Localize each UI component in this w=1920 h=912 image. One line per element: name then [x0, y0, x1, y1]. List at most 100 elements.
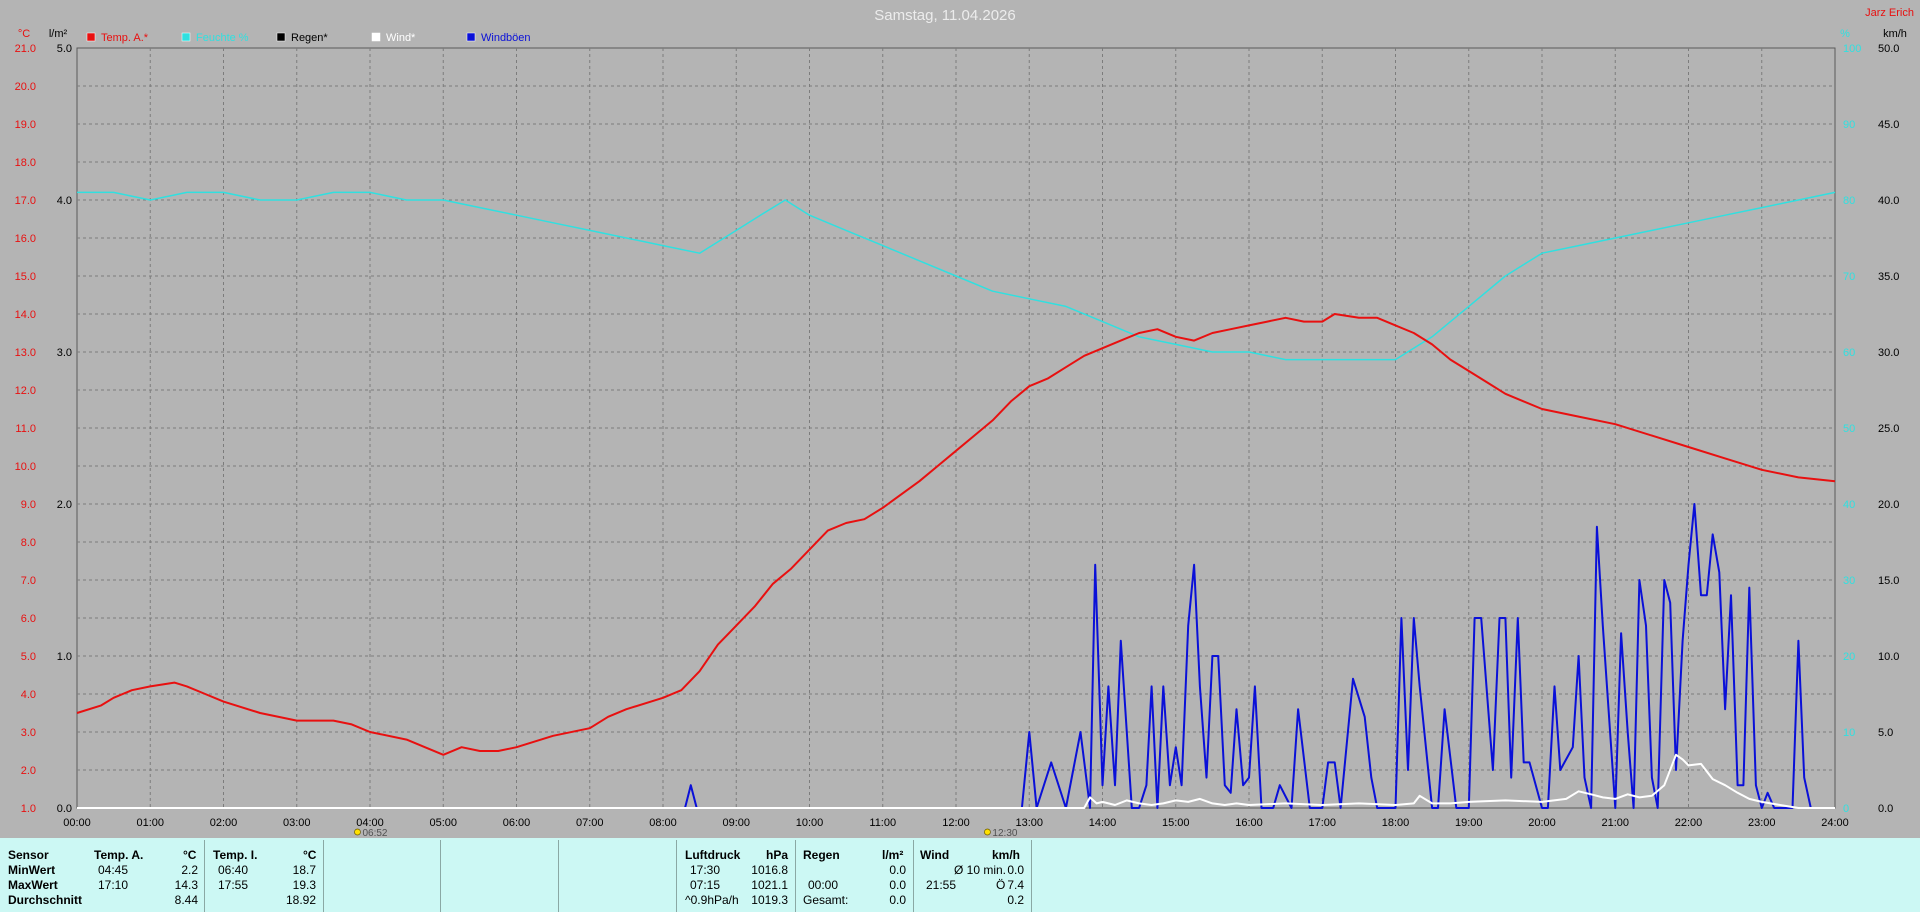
x-tick-label: 12:00	[942, 817, 970, 829]
temp-a-min-time: 04:45	[98, 863, 129, 877]
temp-tick-label: 6.0	[21, 613, 36, 625]
stats-separator	[323, 840, 324, 912]
pressure-min: 1016.8	[751, 863, 788, 877]
temp-tick-label: 12.0	[15, 385, 36, 397]
wind-header: Wind	[920, 848, 950, 862]
wind-tick-label: 30.0	[1878, 347, 1899, 359]
legend-label: Windböen	[481, 32, 531, 44]
temp-tick-label: 11.0	[15, 423, 36, 435]
wind-tick-label: 25.0	[1878, 423, 1899, 435]
legend-label: Temp. A.*	[101, 32, 149, 44]
wind-max: 7.4	[1007, 878, 1024, 892]
legend-swatch	[371, 32, 381, 42]
humidity-tick-label: 60	[1843, 347, 1855, 359]
rain-tick-label: 4.0	[57, 195, 72, 207]
stats-separator	[795, 840, 796, 912]
legend-swatch	[276, 32, 286, 42]
temp-a-unit: °C	[183, 848, 197, 862]
wind-axis-unit: km/h	[1883, 28, 1907, 40]
temp-tick-label: 16.0	[15, 233, 36, 245]
wind-tick-label: 10.0	[1878, 651, 1899, 663]
temp-axis-unit: °C	[18, 28, 30, 40]
humidity-tick-label: 10	[1843, 727, 1855, 739]
temp-a-avg: 8.44	[174, 893, 198, 907]
temp-tick-label: 2.0	[21, 765, 36, 777]
legend-label: Feuchte %	[196, 32, 249, 44]
temp-tick-label: 8.0	[21, 537, 36, 549]
rain-total: 0.0	[889, 893, 906, 907]
humidity-tick-label: 30	[1843, 575, 1855, 587]
rain-tick-label: 0.0	[57, 803, 72, 815]
wind-avg: 0.2	[1007, 893, 1024, 907]
x-tick-label: 19:00	[1455, 817, 1483, 829]
temp-tick-label: 3.0	[21, 727, 36, 739]
wind-tick-label: 20.0	[1878, 499, 1899, 511]
temp-tick-label: 1.0	[21, 803, 36, 815]
x-tick-label: 22:00	[1675, 817, 1703, 829]
temp-a-min: 2.2	[181, 863, 198, 877]
x-tick-label: 18:00	[1382, 817, 1410, 829]
wind-unit: km/h	[992, 848, 1021, 862]
temp-tick-label: 4.0	[21, 689, 36, 701]
time-marker-label: 06:52	[362, 828, 387, 836]
rain-max-time: 00:00	[808, 878, 839, 892]
wind-tick-label: 35.0	[1878, 271, 1899, 283]
pressure-avg: 1019.3	[751, 893, 788, 907]
chart-grid	[76, 47, 1836, 809]
humidity-tick-label: 50	[1843, 423, 1855, 435]
pressure-header: Luftdruck	[685, 848, 741, 862]
pressure-trend: ^0.9hPa/h	[685, 893, 739, 907]
pressure-max-time: 07:15	[690, 878, 721, 892]
rain-tick-label: 2.0	[57, 499, 72, 511]
rain-tick-label: 3.0	[57, 347, 72, 359]
x-tick-label: 23:00	[1748, 817, 1776, 829]
x-tick-label: 10:00	[796, 817, 824, 829]
temp-tick-label: 14.0	[15, 309, 36, 321]
weather-chart: Samstag, 11.04.2026 Jarz Erich °C l/m² %…	[0, 0, 1920, 836]
rain-header: Regen	[803, 848, 840, 862]
x-tick-label: 20:00	[1528, 817, 1556, 829]
x-tick-label: 08:00	[649, 817, 677, 829]
row-label-min: MinWert	[8, 863, 56, 877]
legend-swatch	[86, 32, 96, 42]
legend-label: Wind*	[386, 32, 416, 44]
temp-tick-label: 17.0	[15, 195, 36, 207]
rain-total-label: Gesamt:	[803, 893, 849, 907]
pressure-max: 1021.1	[751, 878, 788, 892]
humidity-axis-unit: %	[1840, 28, 1850, 40]
temp-tick-label: 10.0	[15, 461, 36, 473]
stats-separator	[204, 840, 205, 912]
wind-avg10: 0.0	[1007, 863, 1024, 877]
wind-tick-label: 40.0	[1878, 195, 1899, 207]
temp-tick-label: 13.0	[15, 347, 36, 359]
x-tick-label: 11:00	[869, 817, 896, 829]
stats-separator	[440, 840, 441, 912]
temp-i-header: Temp. I.	[213, 848, 258, 862]
pressure-unit: hPa	[766, 848, 789, 862]
x-tick-label: 15:00	[1162, 817, 1190, 829]
temp-tick-label: 19.0	[15, 119, 36, 131]
humidity-tick-label: 20	[1843, 651, 1855, 663]
legend-label: Regen*	[291, 32, 328, 44]
stats-separator	[558, 840, 559, 912]
temp-tick-label: 18.0	[15, 157, 36, 169]
temp-i-avg: 18.92	[285, 893, 316, 907]
temp-tick-label: 5.0	[21, 651, 36, 663]
temp-i-unit: °C	[303, 848, 317, 862]
x-tick-label: 00:00	[63, 817, 91, 829]
x-tick-label: 17:00	[1308, 817, 1336, 829]
temp-a-max-time: 17:10	[98, 878, 129, 892]
sensor-header: Sensor	[8, 848, 49, 862]
row-label-avg: Durchschnitt	[8, 893, 83, 907]
legend-swatch	[181, 32, 191, 42]
wind-tick-label: 15.0	[1878, 575, 1899, 587]
stats-separator	[913, 840, 914, 912]
rain-tick-label: 1.0	[57, 651, 72, 663]
sun-icon	[984, 828, 991, 836]
wind-tick-label: 5.0	[1878, 727, 1893, 739]
row-label-max: MaxWert	[8, 878, 58, 892]
pressure-min-time: 17:30	[690, 863, 721, 877]
x-tick-label: 14:00	[1089, 817, 1117, 829]
x-tick-label: 07:00	[576, 817, 604, 829]
stats-separator	[1031, 840, 1032, 912]
